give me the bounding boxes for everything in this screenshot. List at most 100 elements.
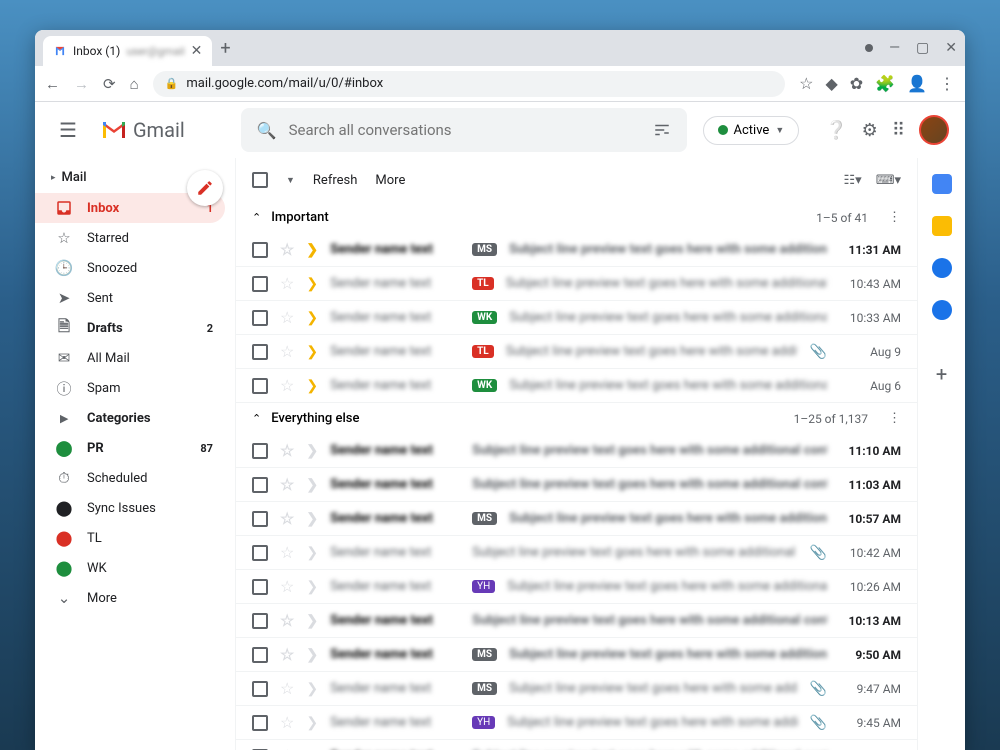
- star-bookmark-icon[interactable]: ☆: [799, 74, 813, 93]
- star-icon[interactable]: ☆: [280, 441, 294, 460]
- email-row[interactable]: ☆ ❯ Sender name text MS Subject line pre…: [236, 233, 917, 267]
- email-checkbox[interactable]: [252, 276, 268, 292]
- maximize-button[interactable]: ▢: [916, 40, 929, 56]
- importance-marker-icon[interactable]: ❯: [306, 344, 318, 360]
- sidebar-item-categories[interactable]: ▸Categories: [35, 403, 225, 433]
- profile-chip[interactable]: 👤: [907, 74, 927, 93]
- apps-icon[interactable]: ⠿: [892, 120, 905, 141]
- sidebar-item-spam[interactable]: ⓘSpam: [35, 373, 225, 403]
- email-row[interactable]: ☆ ❯ Sender name text YH Subject line pre…: [236, 706, 917, 740]
- importance-marker-icon[interactable]: ❯: [306, 378, 318, 394]
- email-row[interactable]: ☆ ❯ Sender name text Subject line previe…: [236, 740, 917, 750]
- main-menu-button[interactable]: ☰: [51, 110, 85, 150]
- select-dropdown-icon[interactable]: ▼: [286, 175, 295, 186]
- settings-icon[interactable]: ⚙: [862, 120, 878, 141]
- more-button[interactable]: More: [375, 173, 405, 188]
- email-row[interactable]: ☆ ❯ Sender name text Subject line previe…: [236, 536, 917, 570]
- email-row[interactable]: ☆ ❯ Sender name text WK Subject line pre…: [236, 369, 917, 403]
- email-checkbox[interactable]: [252, 647, 268, 663]
- importance-marker-icon[interactable]: ❯: [306, 310, 318, 326]
- url-field[interactable]: 🔒 mail.google.com/mail/u/0/#inbox: [153, 71, 785, 97]
- sidebar-item-scheduled[interactable]: ⏱Scheduled: [35, 463, 225, 493]
- keep-icon[interactable]: [932, 216, 952, 236]
- forward-button[interactable]: →: [74, 75, 89, 93]
- star-icon[interactable]: ☆: [280, 713, 294, 732]
- section-more-icon[interactable]: ⋮: [888, 210, 901, 225]
- sidebar-item-sync-issues[interactable]: ⬤Sync Issues: [35, 493, 225, 523]
- star-icon[interactable]: ☆: [280, 509, 294, 528]
- sidebar-item-snoozed[interactable]: 🕒Snoozed: [35, 253, 225, 283]
- star-icon[interactable]: ☆: [280, 376, 294, 395]
- gmail-logo[interactable]: Gmail: [101, 118, 185, 142]
- calendar-icon[interactable]: [932, 174, 952, 194]
- sidebar-item-tl[interactable]: ⬤TL: [35, 523, 225, 553]
- email-checkbox[interactable]: [252, 579, 268, 595]
- email-row[interactable]: ☆ ❯ Sender name text WK Subject line pre…: [236, 301, 917, 335]
- email-row[interactable]: ☆ ❯ Sender name text YH Subject line pre…: [236, 570, 917, 604]
- tab-close-icon[interactable]: ✕: [191, 43, 203, 59]
- email-checkbox[interactable]: [252, 613, 268, 629]
- star-icon[interactable]: ☆: [280, 274, 294, 293]
- section-more-icon[interactable]: ⋮: [888, 411, 901, 426]
- importance-marker-icon[interactable]: ❯: [306, 477, 318, 493]
- window-dot-icon[interactable]: [865, 44, 873, 52]
- importance-marker-icon[interactable]: ❯: [306, 613, 318, 629]
- star-icon[interactable]: ☆: [280, 645, 294, 664]
- tasks-icon[interactable]: [932, 258, 952, 278]
- section-caret-icon[interactable]: ⌃: [252, 211, 261, 224]
- account-avatar[interactable]: [919, 115, 949, 145]
- email-row[interactable]: ☆ ❯ Sender name text MS Subject line pre…: [236, 672, 917, 706]
- new-tab-button[interactable]: +: [220, 38, 230, 59]
- search-input[interactable]: [289, 121, 641, 139]
- close-window-button[interactable]: ✕: [945, 40, 957, 56]
- star-icon[interactable]: ☆: [280, 577, 294, 596]
- email-row[interactable]: ☆ ❯ Sender name text MS Subject line pre…: [236, 502, 917, 536]
- reload-button[interactable]: ⟳: [103, 75, 116, 93]
- sidebar-item-pr[interactable]: ⬤PR87: [35, 433, 225, 463]
- email-checkbox[interactable]: [252, 477, 268, 493]
- ext-icon-2[interactable]: ✿: [850, 74, 863, 93]
- browser-menu-icon[interactable]: ⋮: [939, 74, 955, 93]
- sidebar-item-drafts[interactable]: 🗎Drafts2: [35, 313, 225, 343]
- importance-marker-icon[interactable]: ❯: [306, 545, 318, 561]
- email-checkbox[interactable]: [252, 443, 268, 459]
- search-box[interactable]: 🔍: [241, 108, 687, 152]
- browser-tab[interactable]: Inbox (1) user@gmail ✕: [43, 36, 212, 66]
- email-checkbox[interactable]: [252, 344, 268, 360]
- input-tools-icon[interactable]: ⌨▾: [876, 173, 901, 188]
- support-icon[interactable]: ❔: [825, 120, 847, 141]
- email-row[interactable]: ☆ ❯ Sender name text TL Subject line pre…: [236, 335, 917, 369]
- search-options-icon[interactable]: [653, 121, 671, 139]
- addons-button[interactable]: +: [936, 362, 947, 386]
- ext-icon-1[interactable]: ◆: [825, 74, 837, 93]
- sidebar-item-sent[interactable]: ➤Sent: [35, 283, 225, 313]
- email-checkbox[interactable]: [252, 310, 268, 326]
- importance-marker-icon[interactable]: ❯: [306, 681, 318, 697]
- importance-marker-icon[interactable]: ❯: [306, 242, 318, 258]
- contacts-icon[interactable]: [932, 300, 952, 320]
- star-icon[interactable]: ☆: [280, 611, 294, 630]
- email-checkbox[interactable]: [252, 681, 268, 697]
- importance-marker-icon[interactable]: ❯: [306, 579, 318, 595]
- email-row[interactable]: ☆ ❯ Sender name text TL Subject line pre…: [236, 267, 917, 301]
- back-button[interactable]: ←: [45, 75, 60, 93]
- email-checkbox[interactable]: [252, 715, 268, 731]
- sidebar-item-all-mail[interactable]: ✉All Mail: [35, 343, 225, 373]
- star-icon[interactable]: ☆: [280, 543, 294, 562]
- email-row[interactable]: ☆ ❯ Sender name text Subject line previe…: [236, 468, 917, 502]
- email-row[interactable]: ☆ ❯ Sender name text MS Subject line pre…: [236, 638, 917, 672]
- star-icon[interactable]: ☆: [280, 308, 294, 327]
- extensions-icon[interactable]: 🧩: [875, 74, 895, 93]
- star-icon[interactable]: ☆: [280, 342, 294, 361]
- email-row[interactable]: ☆ ❯ Sender name text Subject line previe…: [236, 604, 917, 638]
- email-row[interactable]: ☆ ❯ Sender name text Subject line previe…: [236, 434, 917, 468]
- importance-marker-icon[interactable]: ❯: [306, 715, 318, 731]
- star-icon[interactable]: ☆: [280, 475, 294, 494]
- section-caret-icon[interactable]: ⌃: [252, 412, 261, 425]
- density-toggle-icon[interactable]: ☷▾: [844, 173, 862, 188]
- sidebar-item-starred[interactable]: ☆Starred: [35, 223, 225, 253]
- email-checkbox[interactable]: [252, 242, 268, 258]
- importance-marker-icon[interactable]: ❯: [306, 511, 318, 527]
- refresh-button[interactable]: Refresh: [313, 173, 357, 188]
- home-button[interactable]: ⌂: [130, 75, 139, 93]
